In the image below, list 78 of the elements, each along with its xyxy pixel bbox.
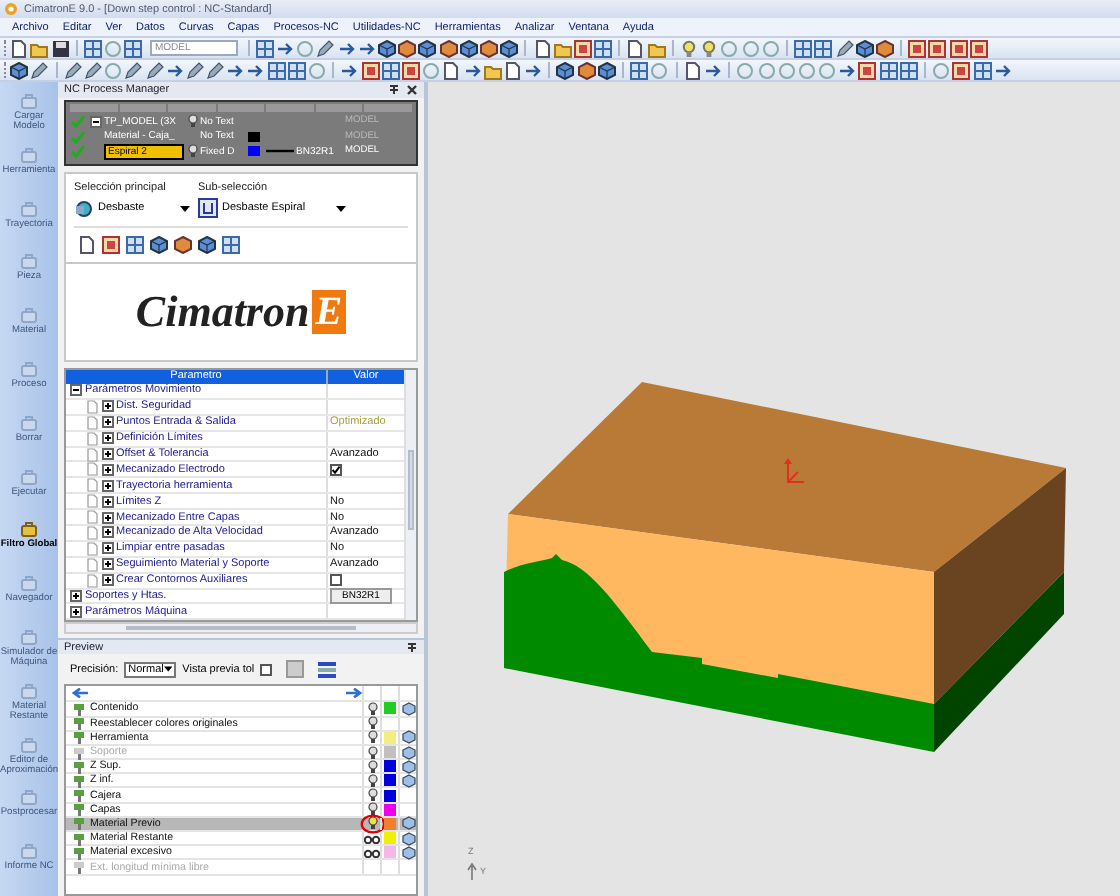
color-swatch[interactable] [384,774,396,787]
lamp-icon[interactable] [680,39,698,57]
lamp-icon[interactable] [367,745,377,760]
caret-icon [336,205,346,211]
glasses-icon[interactable] [364,833,380,844]
app-icon [4,2,18,16]
arrow-icon[interactable] [524,61,543,79]
axis-arrow-icon [467,862,477,881]
expand-icon[interactable] [101,511,113,524]
lamp-icon[interactable] [700,39,719,57]
expand-icon[interactable] [101,448,113,460]
arrow-icon[interactable] [337,39,356,57]
expand-icon[interactable] [101,400,113,413]
checkbox[interactable] [330,574,342,587]
pin-icon[interactable] [388,84,400,96]
frame-icon[interactable] [401,61,420,79]
color-swatch[interactable] [384,789,396,802]
expand-icon[interactable] [70,590,82,603]
back-arrow-icon[interactable] [72,688,88,699]
collapse-icon[interactable] [89,115,101,128]
arrow-icon[interactable] [276,39,295,57]
arrow-icon[interactable] [165,61,184,79]
lamp-icon[interactable] [367,730,377,745]
forward-arrow-icon[interactable] [346,688,362,699]
lamp-icon[interactable] [367,802,377,817]
highlight-circle [360,813,386,834]
arrow-icon[interactable] [463,61,481,79]
arrow-icon[interactable] [838,61,857,79]
expand-icon[interactable] [101,416,113,429]
expand-icon[interactable] [101,495,113,508]
checkbox[interactable] [260,663,273,676]
expand-icon[interactable] [101,432,113,445]
spiral-icon [198,198,218,218]
close-icon[interactable] [406,84,418,96]
frame-icon[interactable] [573,39,592,57]
expand-icon[interactable] [101,479,113,492]
lamp-icon[interactable] [367,716,377,731]
axis-marker-icon [784,458,805,483]
lamp-icon[interactable] [367,701,377,716]
lamp-icon[interactable] [367,759,377,774]
scrollbar[interactable] [64,622,418,635]
lamp-icon [187,114,197,129]
color-swatch[interactable] [384,760,396,773]
expand-icon[interactable] [101,542,113,555]
lamp-icon[interactable] [367,773,377,788]
frame-icon[interactable] [102,235,120,253]
frame-icon[interactable] [858,61,877,79]
arrow-icon[interactable] [340,61,359,79]
cutter-icon [74,199,94,217]
layers-icon[interactable] [318,660,337,679]
logo-mark: E [311,289,347,333]
arrow-icon[interactable] [226,61,245,79]
lamp-icon[interactable] [367,816,377,831]
color-swatch[interactable] [384,702,396,715]
expand-icon[interactable] [101,574,113,587]
arrow-icon[interactable] [993,61,1012,79]
caret-icon [180,205,190,211]
lamp-icon [187,144,197,159]
color-swatch[interactable] [384,846,396,859]
pin-icon[interactable] [406,641,418,654]
line-icon [266,148,294,155]
lamp-icon[interactable] [367,788,377,803]
page-icon[interactable] [78,235,96,253]
arrow-icon[interactable] [357,39,376,57]
caret-icon [163,666,173,673]
expand-icon[interactable] [70,605,82,618]
logo-text: Cimatron [135,285,310,337]
collapse-icon[interactable] [70,384,82,397]
frame-icon[interactable] [361,61,380,79]
scrollbar[interactable] [404,369,416,621]
arrow-icon[interactable] [246,61,265,79]
expand-icon[interactable] [101,558,113,571]
arrow-icon[interactable] [703,61,722,79]
checkbox[interactable] [330,463,342,476]
color-swatch[interactable] [384,832,396,845]
glasses-icon[interactable] [364,847,380,858]
expand-icon[interactable] [101,526,113,539]
expand-icon[interactable] [101,463,113,476]
